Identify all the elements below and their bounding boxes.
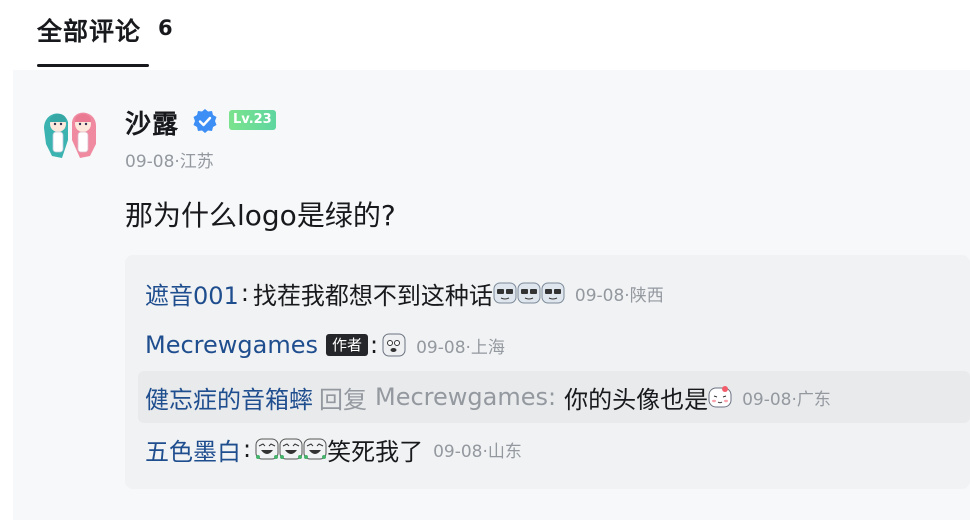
reply-list: 遮音001 : 找茬我都想不到这种话 09-08·陕西 Mecrewgames …: [125, 255, 970, 489]
reply-item: 健忘症的音箱蟀 回复 Mecrewgames: 你的头像也是 09-08·广东: [145, 375, 831, 419]
laugh-emoji-icon: [303, 438, 327, 460]
reply-username[interactable]: 健忘症的音箱蟀: [145, 380, 313, 415]
reply-time: 09-08·广东: [742, 389, 831, 410]
comment-count: 6: [158, 16, 173, 40]
reply-username[interactable]: 五色墨白: [145, 432, 241, 467]
comment-username[interactable]: 沙露: [125, 104, 179, 141]
reply-text: 笑死我了: [327, 437, 424, 466]
reply-username[interactable]: 遮音001: [145, 276, 239, 311]
active-tab-underline: [37, 64, 149, 67]
reply-time: 09-08·陕西: [574, 285, 664, 306]
tab-all-comments[interactable]: 全部评论: [37, 12, 141, 48]
verified-icon: [193, 109, 217, 133]
laugh-emoji-icon: [255, 438, 279, 460]
comment-content: 那为什么logo是绿的?: [125, 199, 396, 232]
reply-item: 遮音001 : 找茬我都想不到这种话 09-08·陕西: [145, 271, 664, 315]
sunglasses-emoji-icon: [541, 282, 565, 304]
reply-item: Mecrewgames 作者 : 09-08·上海: [145, 331, 505, 359]
reply-time: 09-08·山东: [433, 441, 522, 462]
face-emoji-icon: [382, 333, 406, 357]
comment-meta: 09-08·江苏: [125, 152, 214, 172]
blush-emoji-icon: [708, 386, 732, 408]
reply-target-user[interactable]: Mecrewgames:: [375, 383, 556, 411]
avatar[interactable]: [38, 100, 102, 164]
reply-word: 回复: [319, 385, 367, 414]
reply-item: 五色墨白 : 笑死我了 09-08·山东: [145, 427, 522, 471]
reply-username[interactable]: Mecrewgames: [145, 331, 318, 359]
comment-tabs: 全部评论 6: [0, 0, 970, 68]
reply-time: 09-08·上海: [416, 337, 505, 358]
sunglasses-emoji-icon: [517, 282, 541, 304]
sunglasses-emoji-icon: [493, 282, 517, 304]
laugh-emoji-icon: [279, 438, 303, 460]
level-badge: Lv.23: [229, 110, 276, 130]
author-tag: 作者: [326, 334, 369, 356]
reply-text: 你的头像也是: [564, 385, 709, 414]
reply-text: 找茬我都想不到这种话: [252, 281, 493, 310]
